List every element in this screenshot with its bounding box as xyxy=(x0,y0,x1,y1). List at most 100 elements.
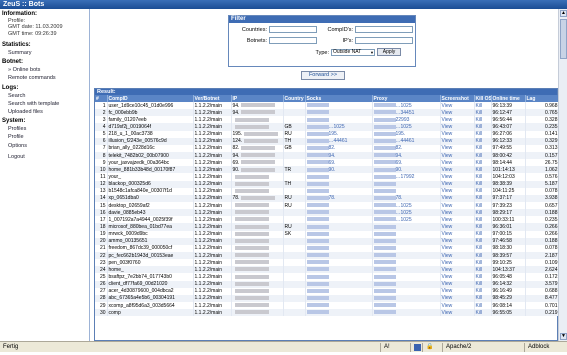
col-header-proxy[interactable]: Proxy xyxy=(372,95,441,102)
cell-kill-link[interactable]: Kill xyxy=(474,144,492,152)
col-header-lag[interactable]: Lag xyxy=(525,95,560,102)
cell-screenshot-link[interactable]: View xyxy=(440,144,475,152)
cell-proxy[interactable] xyxy=(372,273,441,281)
col-header-country[interactable]: Country xyxy=(283,95,306,102)
apply-button[interactable]: Apply xyxy=(377,48,401,56)
cell-socks[interactable] xyxy=(305,187,373,195)
cell-screenshot-link[interactable]: View xyxy=(440,159,475,167)
col-header-compid[interactable]: CompID xyxy=(107,95,194,102)
scroll-down-icon[interactable]: ▼ xyxy=(560,333,567,340)
compid-input[interactable] xyxy=(355,26,413,33)
cell-proxy[interactable] xyxy=(372,301,441,310)
cell-proxy[interactable]: 94. xyxy=(372,151,441,160)
cell-kill-link[interactable]: Kill xyxy=(474,309,492,317)
cell-proxy[interactable]: …1025 xyxy=(372,102,441,110)
cell-socks[interactable] xyxy=(305,266,373,274)
cell-socks[interactable] xyxy=(305,209,373,217)
sidebar-item-search[interactable]: Search xyxy=(0,92,89,100)
cell-screenshot-link[interactable]: View xyxy=(440,259,475,267)
cell-kill-link[interactable]: Kill xyxy=(474,194,492,202)
cell-proxy[interactable] xyxy=(372,180,441,188)
cell-proxy[interactable]: 195. xyxy=(372,130,441,138)
cell-kill-link[interactable]: Kill xyxy=(474,180,492,188)
cell-socks[interactable] xyxy=(305,102,373,110)
cell-screenshot-link[interactable]: View xyxy=(440,309,475,317)
cell-socks[interactable]: …44461 xyxy=(305,137,373,145)
cell-proxy[interactable]: 78. xyxy=(372,194,441,202)
cell-screenshot-link[interactable]: View xyxy=(440,123,475,131)
col-header-socks[interactable]: Socks xyxy=(305,95,373,102)
cell-kill-link[interactable]: Kill xyxy=(474,230,492,238)
cell-screenshot-link[interactable]: View xyxy=(440,102,475,110)
cell-proxy[interactable]: …1025 xyxy=(372,201,441,210)
cell-screenshot-link[interactable]: View xyxy=(440,266,475,274)
cell-screenshot-link[interactable]: View xyxy=(440,116,475,124)
cell-screenshot-link[interactable]: View xyxy=(440,130,475,138)
adblock-button[interactable]: Adblock xyxy=(524,343,567,352)
cell-proxy[interactable]: …34451 xyxy=(372,109,441,117)
cell-socks[interactable] xyxy=(305,259,373,267)
cell-socks[interactable] xyxy=(305,201,373,210)
cell-socks[interactable]: 69. xyxy=(305,159,373,167)
cell-kill-link[interactable]: Kill xyxy=(474,166,492,174)
cell-screenshot-link[interactable]: View xyxy=(440,273,475,281)
cell-screenshot-link[interactable]: View xyxy=(440,209,475,217)
cell-proxy[interactable]: …1025 xyxy=(372,209,441,217)
cell-screenshot-link[interactable]: View xyxy=(440,151,475,160)
cell-screenshot-link[interactable]: View xyxy=(440,301,475,310)
cell-socks[interactable] xyxy=(305,223,373,231)
cell-kill-link[interactable]: Kill xyxy=(474,137,492,145)
cell-proxy[interactable] xyxy=(372,187,441,195)
cell-socks[interactable] xyxy=(305,244,373,252)
cell-proxy[interactable]: …44461 xyxy=(372,137,441,145)
cell-kill-link[interactable]: Kill xyxy=(474,244,492,252)
cell-kill-link[interactable]: Kill xyxy=(474,109,492,117)
cell-socks[interactable] xyxy=(305,287,373,295)
sidebar-item-logout[interactable]: Logout xyxy=(0,153,89,161)
sidebar-item-summary[interactable]: Summary xyxy=(0,49,89,57)
col-header-kill-os[interactable]: Kill OS xyxy=(474,95,492,102)
cell-socks[interactable] xyxy=(305,116,373,124)
cell-socks[interactable] xyxy=(305,251,373,260)
sidebar-item-profile[interactable]: Profile xyxy=(0,133,89,141)
cell-kill-link[interactable]: Kill xyxy=(474,266,492,274)
cell-screenshot-link[interactable]: View xyxy=(440,237,475,245)
cell-proxy[interactable]: 22993 xyxy=(372,116,441,124)
cell-kill-link[interactable]: Kill xyxy=(474,123,492,131)
cell-screenshot-link[interactable]: View xyxy=(440,109,475,117)
cell-proxy[interactable]: 69. xyxy=(372,159,441,167)
cell-socks[interactable] xyxy=(305,280,373,288)
cell-screenshot-link[interactable]: View xyxy=(440,137,475,145)
cell-kill-link[interactable]: Kill xyxy=(474,116,492,124)
cell-socks[interactable]: 195. xyxy=(305,130,373,138)
cell-screenshot-link[interactable]: View xyxy=(440,180,475,188)
cell-proxy[interactable] xyxy=(372,266,441,274)
cell-screenshot-link[interactable]: View xyxy=(440,223,475,231)
cell-socks[interactable] xyxy=(305,294,373,302)
col-header-screenshot[interactable]: Screenshot xyxy=(440,95,475,102)
cell-kill-link[interactable]: Kill xyxy=(474,280,492,288)
cell-socks[interactable] xyxy=(305,180,373,188)
scroll-up-icon[interactable]: ▲ xyxy=(560,10,567,17)
cell-screenshot-link[interactable]: View xyxy=(440,287,475,295)
cell-screenshot-link[interactable]: View xyxy=(440,173,475,181)
cell-proxy[interactable] xyxy=(372,237,441,245)
type-select[interactable]: Outside NAT ▼ xyxy=(331,49,375,56)
botnets-input[interactable] xyxy=(269,37,317,44)
cell-screenshot-link[interactable]: View xyxy=(440,280,475,288)
cell-socks[interactable] xyxy=(305,237,373,245)
cell-kill-link[interactable]: Kill xyxy=(474,294,492,302)
scroll-thumb[interactable] xyxy=(560,19,567,59)
cell-socks[interactable] xyxy=(305,273,373,281)
cell-socks[interactable]: 94. xyxy=(305,151,373,160)
col-header-ip[interactable]: IP xyxy=(231,95,284,102)
cell-screenshot-link[interactable]: View xyxy=(440,187,475,195)
sidebar-item-online-bots[interactable]: » Online bots xyxy=(0,66,89,74)
cell-proxy[interactable]: …1025 xyxy=(372,123,441,131)
cell-proxy[interactable] xyxy=(372,287,441,295)
cell-kill-link[interactable]: Kill xyxy=(474,223,492,231)
cell-kill-link[interactable]: Kill xyxy=(474,159,492,167)
cell-kill-link[interactable]: Kill xyxy=(474,301,492,310)
sidebar-item-search-template[interactable]: Search with template xyxy=(0,100,89,108)
cell-proxy[interactable] xyxy=(372,223,441,231)
